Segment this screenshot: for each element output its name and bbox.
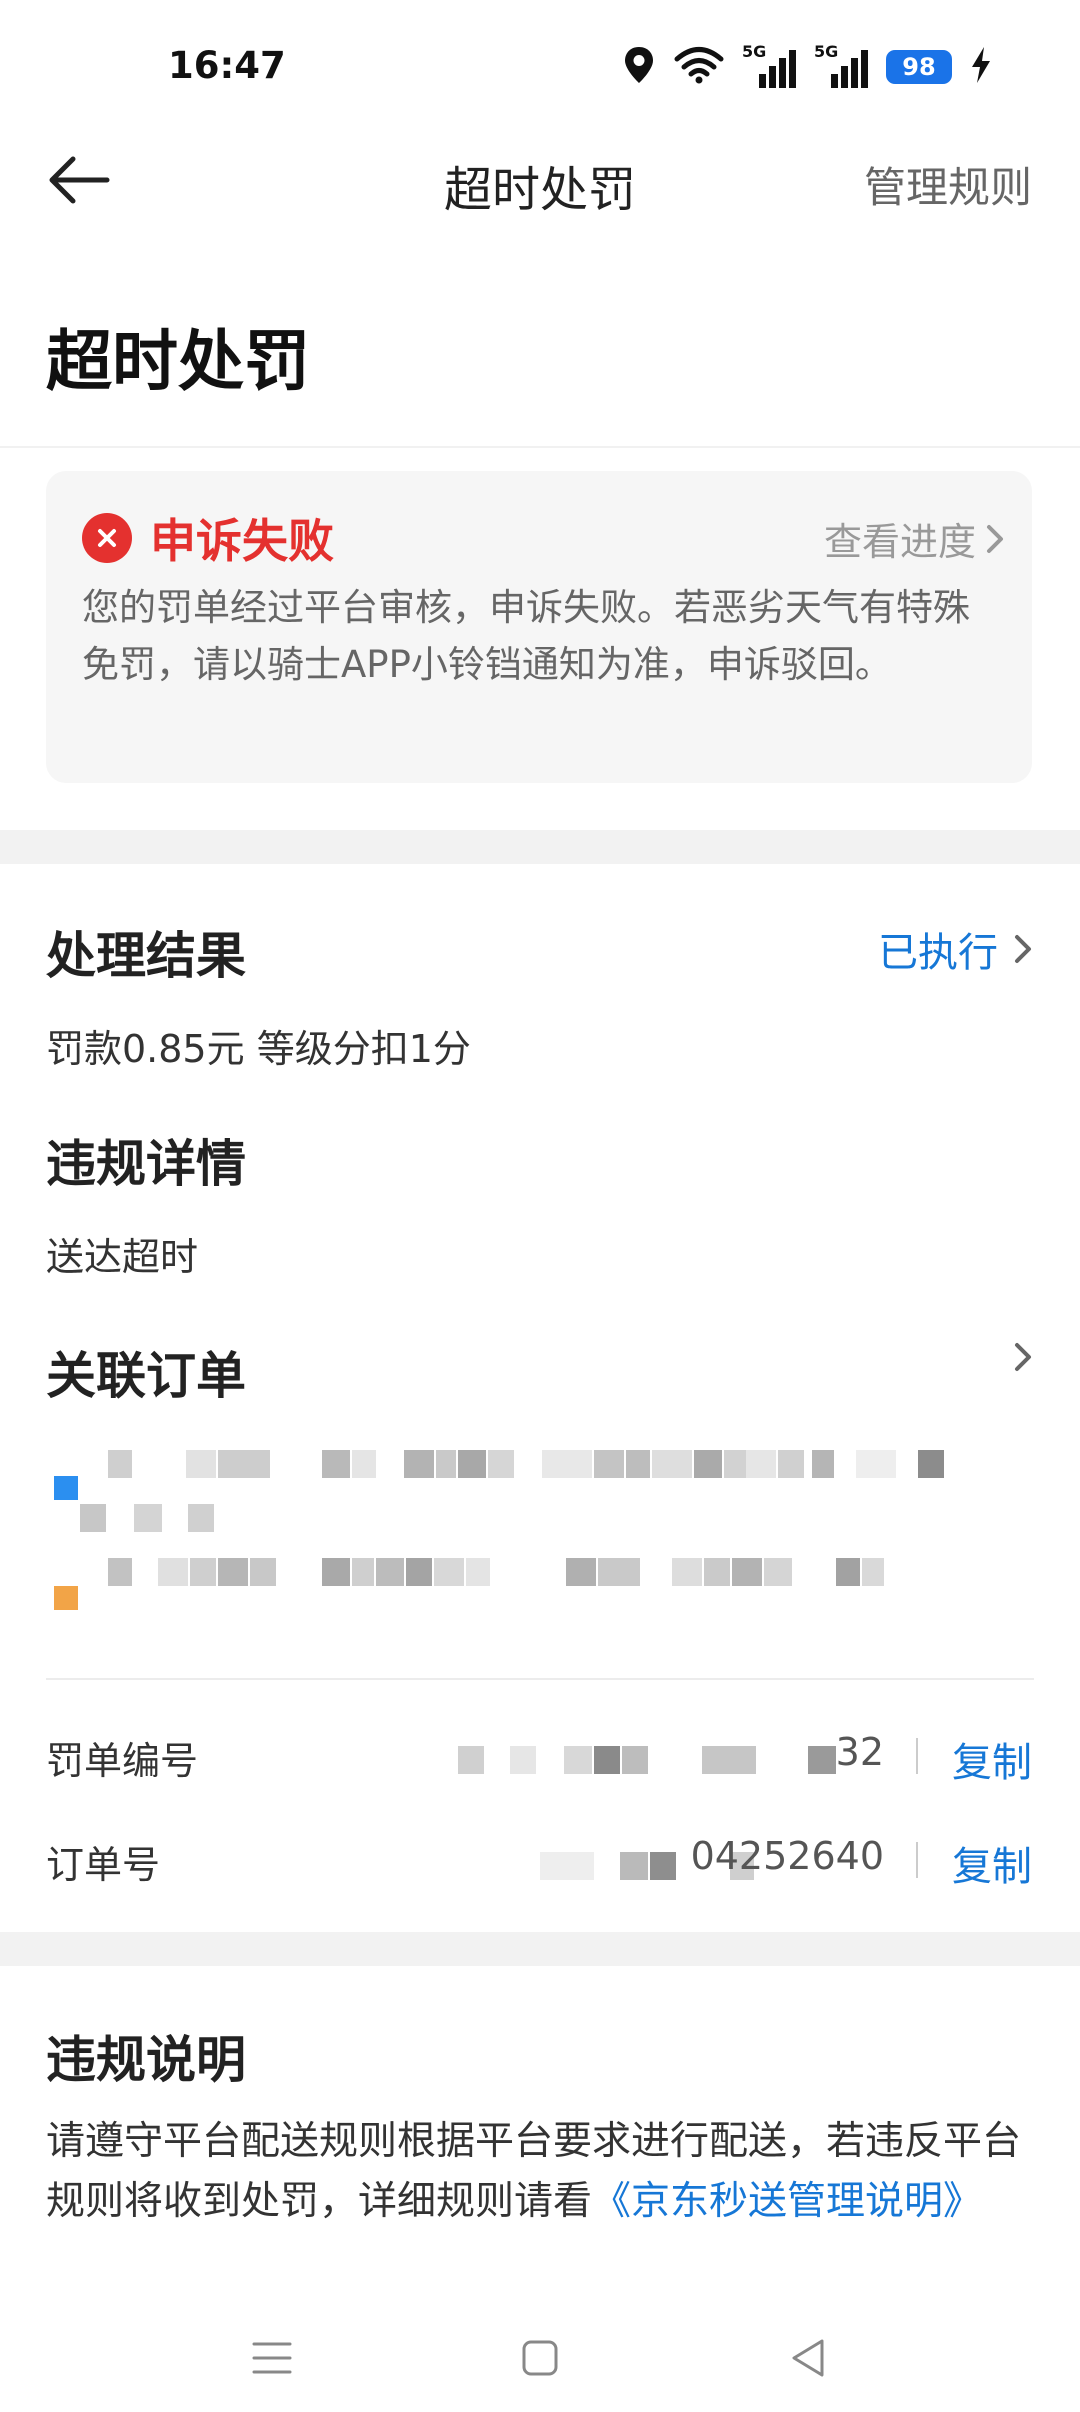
appeal-status-card: 申诉失败 查看进度 您的罚单经过平台审核，申诉失败。若恶劣天气有特殊免罚，请以骑…: [46, 471, 1032, 783]
wifi-icon: [674, 46, 724, 88]
rules-title: 违规说明: [46, 2031, 246, 2089]
navbar: 超时处罚 管理规则: [0, 130, 1080, 230]
redacted-pickup-address-line2: [46, 1498, 1026, 1538]
management-rules-link[interactable]: 《京东秒送管理说明》: [592, 2179, 982, 2224]
menu-button[interactable]: [242, 2328, 302, 2388]
copy-order-number-button[interactable]: 复制: [952, 1834, 1032, 1892]
error-icon: [82, 513, 132, 563]
chevron-right-icon: [1015, 935, 1031, 963]
linked-order-title: 关联订单: [46, 1347, 246, 1405]
status-icons: 5G 5G 98: [622, 42, 992, 90]
redacted-dropoff-address: [46, 1552, 1026, 1592]
rules-description: 请遵守平台配送规则根据平台要求进行配送，若违反平台规则将收到处罚，详细规则请看《…: [46, 2112, 1036, 2232]
view-progress-link[interactable]: 查看进度: [824, 511, 1004, 566]
location-icon: [622, 45, 656, 89]
redacted-pickup-address: [46, 1444, 1026, 1484]
violation-detail: 送达超时: [46, 1235, 199, 1279]
section-separator: [0, 1932, 1080, 1966]
result-detail: 罚款0.85元 等级分扣1分: [46, 1027, 471, 1071]
page-title: 超时处罚: [46, 323, 310, 400]
violation-title: 违规详情: [46, 1135, 246, 1193]
home-button[interactable]: [510, 2328, 570, 2388]
charging-icon: [970, 46, 992, 88]
result-title: 处理结果: [46, 927, 246, 985]
appeal-status: 申诉失败: [150, 514, 334, 568]
view-progress-label: 查看进度: [823, 520, 976, 564]
executed-status-label: 已执行: [878, 930, 998, 976]
system-back-button[interactable]: [778, 2328, 838, 2388]
home-icon: [522, 2340, 558, 2376]
system-navigation-bar: [0, 2300, 1080, 2412]
section-separator: [0, 830, 1080, 864]
order-number-label: 订单号: [46, 1843, 161, 1887]
manage-rules-button[interactable]: 管理规则: [864, 154, 1032, 215]
status-time: 16:47: [168, 44, 286, 87]
menu-icon: [252, 2342, 292, 2374]
chevron-right-icon: [1015, 1343, 1031, 1371]
copy-ticket-number-button[interactable]: 复制: [952, 1730, 1032, 1788]
status-bar: 16:47 5G 5G 98: [0, 0, 1080, 130]
executed-status-link[interactable]: 已执行: [878, 920, 1032, 978]
back-triangle-icon: [792, 2339, 824, 2377]
linked-order-chevron[interactable]: [1014, 1342, 1032, 1376]
signal-5g-icon: 5G: [814, 42, 868, 88]
page: 16:47 5G 5G 98 超时处罚 管理规则 超时处罚 申诉失败 查看进度 …: [0, 0, 1080, 2412]
order-number-value: 04252640: [690, 1834, 884, 1878]
chevron-right-icon: [987, 524, 1003, 553]
ticket-number-label: 罚单编号: [46, 1739, 199, 1783]
separator: [916, 1738, 918, 1774]
appeal-description: 您的罚单经过平台审核，申诉失败。若恶劣天气有特殊免罚，请以骑士APP小铃铛通知为…: [82, 586, 970, 686]
separator: [916, 1842, 918, 1878]
battery-icon: 98: [886, 50, 952, 84]
ticket-number-value: 32: [835, 1730, 884, 1774]
signal-5g-icon: 5G: [742, 42, 796, 88]
divider: [0, 446, 1080, 448]
divider: [46, 1678, 1034, 1680]
